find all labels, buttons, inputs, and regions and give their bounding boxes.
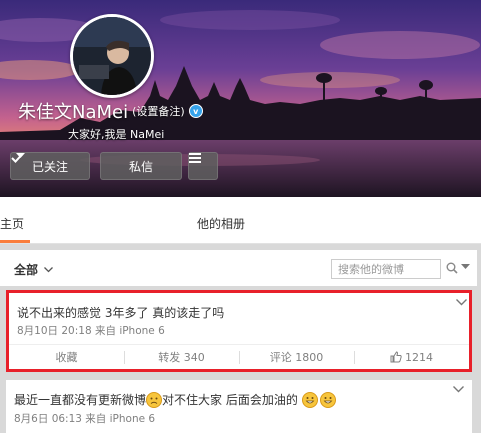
search-input[interactable]: 搜索他的微博 bbox=[331, 259, 441, 279]
weibo-profile-screen: 朱佳文NaMei (设置备注) v 大家好,我是 NaMei 已关注 私信 他主… bbox=[0, 0, 481, 433]
collect-button[interactable]: 收藏 bbox=[9, 345, 124, 369]
grin-emoji-icon bbox=[319, 391, 336, 408]
grin-emoji-icon bbox=[301, 391, 318, 408]
following-button-label: 已关注 bbox=[31, 159, 68, 174]
thumbs-up-icon bbox=[390, 351, 402, 363]
post-card: 最近一直都没有更新微博 对不住大家 后面会加油的 8月6日 06:13 来自 i… bbox=[6, 380, 472, 433]
comment-button[interactable]: 评论 1800 bbox=[239, 345, 354, 369]
post-card-highlighted: 说不出来的感觉 3年多了 真的该走了吗 8月10日 20:18 来自 iPhon… bbox=[6, 290, 472, 372]
post-options-chevron-icon[interactable] bbox=[456, 299, 467, 306]
chevron-down-icon bbox=[44, 266, 53, 272]
search-options-caret-icon[interactable] bbox=[461, 264, 470, 270]
tab-album[interactable]: 他的相册 bbox=[197, 215, 245, 232]
avatar-photo bbox=[73, 17, 151, 95]
hamburger-icon bbox=[189, 153, 201, 163]
post-options-chevron-icon[interactable] bbox=[453, 386, 464, 393]
tab-home[interactable]: 他主页 bbox=[0, 215, 24, 232]
set-remark-link[interactable]: (设置备注) bbox=[132, 103, 185, 119]
search-icon[interactable] bbox=[446, 262, 458, 274]
filter-all-label: 全部 bbox=[14, 263, 39, 277]
active-tab-indicator bbox=[0, 240, 30, 243]
post-meta: 8月6日 06:13 来自 iPhone 6 bbox=[14, 413, 156, 425]
profile-name[interactable]: 朱佳文NaMei bbox=[18, 98, 128, 124]
profile-tab-bar: 他主页 他的相册 bbox=[0, 197, 481, 244]
following-button[interactable]: 已关注 bbox=[10, 152, 90, 180]
post-action-bar: 收藏 转发 340 评论 1800 1214 bbox=[9, 344, 469, 369]
profile-bio: 大家好,我是 NaMei bbox=[68, 128, 165, 141]
repost-button[interactable]: 转发 340 bbox=[124, 345, 239, 369]
avatar[interactable] bbox=[70, 14, 154, 98]
message-button[interactable]: 私信 bbox=[100, 152, 182, 180]
post-text-part1: 最近一直都没有更新微博 bbox=[14, 393, 147, 407]
like-count: 1214 bbox=[405, 350, 433, 364]
like-button[interactable]: 1214 bbox=[354, 345, 469, 369]
profile-name-row: 朱佳文NaMei (设置备注) v bbox=[18, 98, 203, 124]
post-text: 说不出来的感觉 3年多了 真的该走了吗 bbox=[17, 306, 225, 320]
post-meta: 8月10日 20:18 来自 iPhone 6 bbox=[17, 325, 165, 337]
verified-badge-icon: v bbox=[188, 104, 203, 118]
sad-face-emoji-icon bbox=[146, 391, 163, 408]
caret-down-icon bbox=[16, 153, 25, 158]
profile-cover: 朱佳文NaMei (设置备注) v 大家好,我是 NaMei 已关注 私信 bbox=[0, 0, 481, 197]
post-text-part2: 对不住大家 后面会加油的 bbox=[162, 393, 298, 407]
more-menu-button[interactable] bbox=[188, 152, 218, 180]
post-text: 最近一直都没有更新微博 对不住大家 后面会加油的 bbox=[14, 391, 336, 408]
filter-all-dropdown[interactable]: 全部 bbox=[14, 261, 53, 278]
